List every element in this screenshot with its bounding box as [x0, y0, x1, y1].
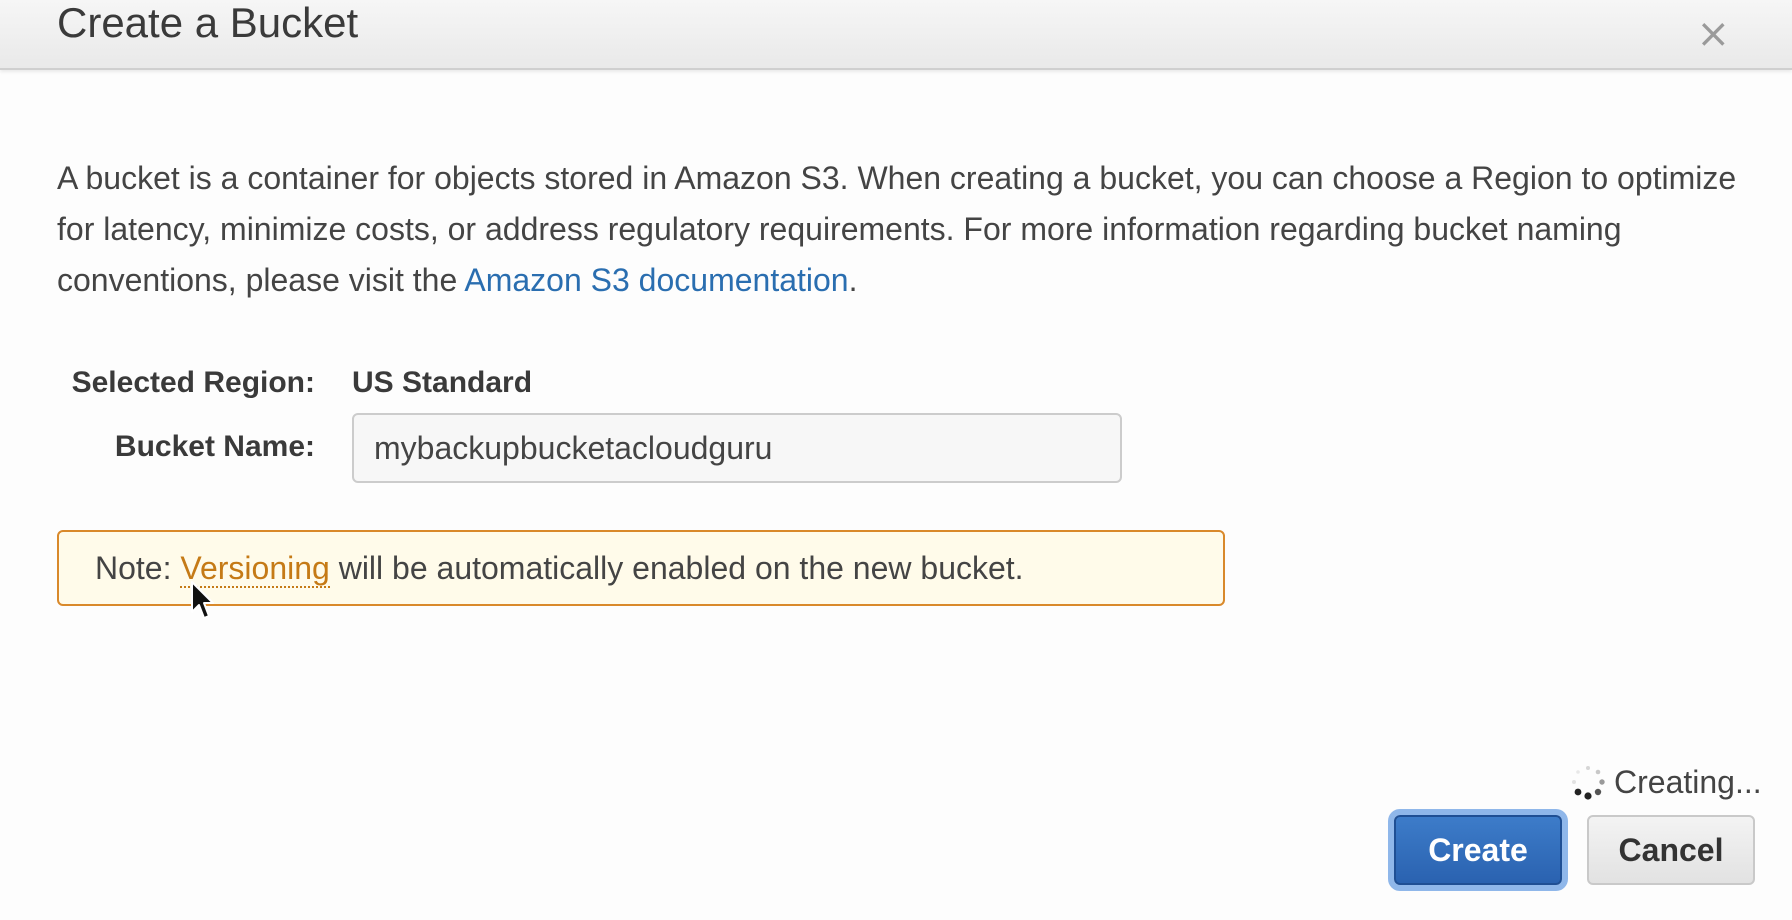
mouse-pointer-icon [191, 581, 214, 619]
creating-status: Creating... [1566, 758, 1762, 806]
note-suffix: will be automatically enabled on the new… [329, 550, 1024, 586]
create-button[interactable]: Create [1394, 815, 1562, 885]
s3-documentation-link[interactable]: Amazon S3 documentation [464, 262, 848, 298]
bucket-name-label: Bucket Name: [114, 430, 315, 463]
dialog-header: Create a Bucket × [0, 0, 1792, 70]
create-bucket-dialog: Create a Bucket × A bucket is a containe… [0, 0, 1792, 920]
note-prefix: Note: [95, 550, 181, 586]
creating-text: Creating... [1614, 763, 1762, 800]
description-end: . [848, 262, 858, 298]
close-icon[interactable]: × [1696, 14, 1730, 54]
selected-region-value: US Standard [352, 366, 533, 399]
selected-region-label: Selected Region: [71, 366, 315, 399]
versioning-note: Note: Versioning will be automatically e… [57, 530, 1225, 606]
description-body: A bucket is a container for objects stor… [57, 160, 1737, 298]
spinner-icon [1572, 766, 1605, 800]
cancel-button[interactable]: Cancel [1587, 815, 1755, 885]
bucket-name-input[interactable] [352, 413, 1122, 483]
dialog-title: Create a Bucket [57, 0, 359, 46]
description-text: A bucket is a container for objects stor… [57, 153, 1757, 306]
